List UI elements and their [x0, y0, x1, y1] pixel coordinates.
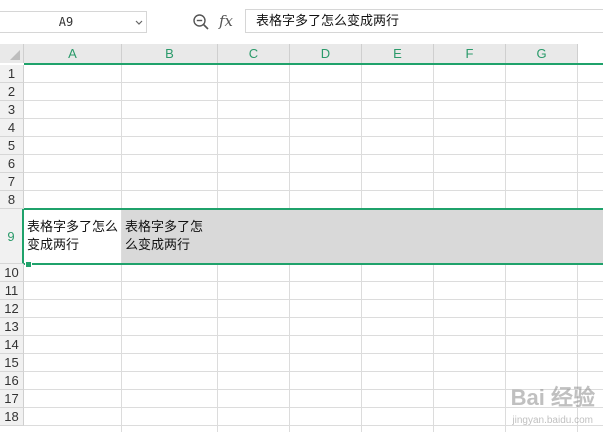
row-gridline: [24, 317, 603, 318]
formula-input[interactable]: 表格字多了怎么变成两行: [245, 9, 603, 33]
row-header-17[interactable]: 17: [0, 390, 24, 408]
row-gridline: [24, 371, 603, 372]
column-header-g[interactable]: G: [506, 44, 578, 63]
row-header-8[interactable]: 8: [0, 191, 24, 209]
row-header-7[interactable]: 7: [0, 173, 24, 191]
row-gridline: [24, 118, 603, 119]
zoom-icon[interactable]: [192, 13, 210, 31]
row-header-16[interactable]: 16: [0, 372, 24, 390]
row-header-5[interactable]: 5: [0, 137, 24, 155]
row-gridline: [24, 172, 603, 173]
column-header-b[interactable]: B: [122, 44, 218, 63]
watermark: Bai 经验 jingyan.baidu.com: [445, 378, 595, 428]
row-header-15[interactable]: 15: [0, 354, 24, 372]
row-gridline: [24, 353, 603, 354]
row-header-11[interactable]: 11: [0, 282, 24, 300]
watermark-sub: jingyan.baidu.com: [512, 415, 593, 426]
row-header-4[interactable]: 4: [0, 119, 24, 137]
chevron-down-icon[interactable]: [135, 18, 143, 26]
row-header-14[interactable]: 14: [0, 336, 24, 354]
header-selection-underline: [24, 63, 603, 65]
column-header-d[interactable]: D: [290, 44, 362, 63]
row-selection-border: [24, 208, 603, 265]
row-gridline: [24, 299, 603, 300]
column-header-a[interactable]: A: [24, 44, 122, 63]
name-box-value[interactable]: A9: [0, 12, 132, 32]
column-header-e[interactable]: E: [362, 44, 434, 63]
row-header-10[interactable]: 10: [0, 264, 24, 282]
row-gridline: [24, 154, 603, 155]
select-all-corner[interactable]: [0, 44, 24, 63]
row-header-1[interactable]: 1: [0, 65, 24, 83]
row-header-13[interactable]: 13: [0, 318, 24, 336]
row-gridline: [24, 281, 603, 282]
row-header-2[interactable]: 2: [0, 83, 24, 101]
row-header-12[interactable]: 12: [0, 300, 24, 318]
column-header-f[interactable]: F: [434, 44, 506, 63]
watermark-text: Bai 经验: [510, 385, 595, 410]
row-gridline: [24, 100, 603, 101]
row-header-3[interactable]: 3: [0, 101, 24, 119]
row-gridline: [24, 335, 603, 336]
formula-bar: A9 fx 表格字多了怎么变成两行: [0, 0, 603, 44]
spreadsheet-grid[interactable]: ABCDEFG 1 2 3 4 5 6 7 8 9 10 11 12 13 14 15 16 17 18 表格字多…: [0, 44, 603, 432]
row-gridline: [24, 136, 603, 137]
row-gridline: [24, 190, 603, 191]
select-all-icon[interactable]: [10, 50, 20, 60]
row-header-9[interactable]: 9: [0, 209, 24, 264]
row-header-18[interactable]: 18: [0, 408, 24, 426]
fill-handle[interactable]: [25, 261, 32, 268]
formula-text[interactable]: 表格字多了怎么变成两行: [256, 10, 399, 32]
fx-icon[interactable]: fx: [219, 11, 239, 31]
row-gridline: [24, 82, 603, 83]
name-box[interactable]: A9: [0, 11, 147, 33]
row-header-6[interactable]: 6: [0, 155, 24, 173]
column-header-c[interactable]: C: [218, 44, 290, 63]
